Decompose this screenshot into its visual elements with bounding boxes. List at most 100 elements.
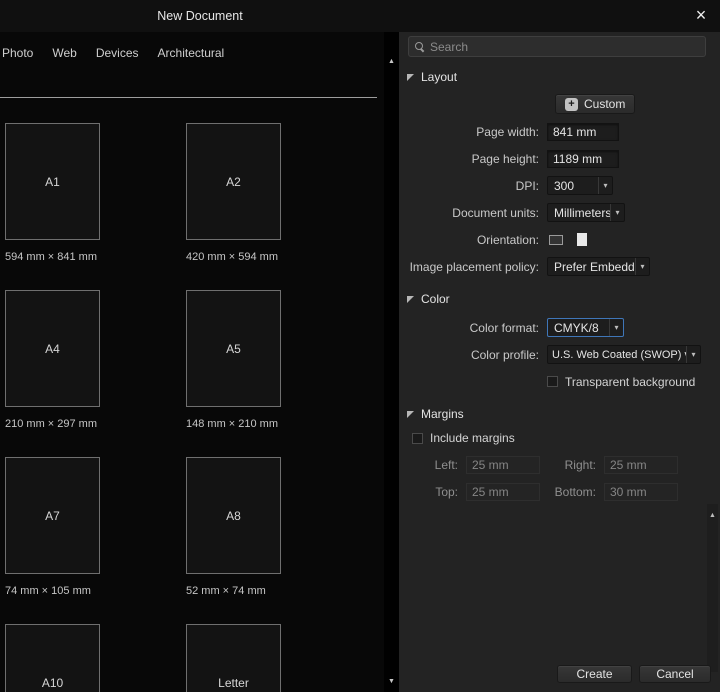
color-profile-value: U.S. Web Coated (SWOP) v2	[552, 348, 686, 361]
preset-card-a1[interactable]: A1	[5, 123, 100, 240]
transparent-background-checkbox[interactable]	[547, 376, 558, 387]
field-row: Orientation:	[399, 226, 720, 253]
preset-name: A4	[45, 341, 60, 356]
field-label: Color format:	[469, 320, 539, 335]
scroll-down-icon[interactable]: ▼	[388, 678, 395, 686]
preset-name: A7	[45, 508, 60, 523]
tab-devices[interactable]: Devices	[96, 46, 139, 60]
transparent-background-label: Transparent background	[565, 374, 696, 389]
chevron-down-icon: ▾	[610, 204, 624, 221]
preset-card-a2[interactable]: A2	[186, 123, 281, 240]
margin-left-input	[466, 455, 540, 474]
scroll-up-icon[interactable]: ▲	[388, 58, 395, 66]
tab-photo[interactable]: Photo	[2, 46, 33, 60]
landscape-page-icon	[549, 234, 563, 245]
margin-row: Top: Bottom:	[399, 478, 720, 505]
orientation-portrait-button[interactable]	[573, 231, 591, 248]
chevron-down-icon: ▾	[635, 258, 649, 275]
dpi-value: 300	[554, 178, 575, 193]
margin-right-input	[604, 455, 678, 474]
document-units-dropdown[interactable]: Millimeters ▾	[547, 203, 625, 222]
field-row: Transparent background	[399, 368, 720, 395]
custom-button[interactable]: + Custom	[555, 94, 636, 114]
margin-left-label: Left:	[434, 457, 458, 472]
preset-card-a7[interactable]: A7	[5, 457, 100, 574]
margin-top-label: Top:	[435, 484, 458, 499]
preset-card-a4[interactable]: A4	[5, 290, 100, 407]
preset-card-letter[interactable]: Letter	[186, 624, 281, 692]
margin-top-input	[466, 482, 540, 501]
image-placement-value: Prefer Embedded	[554, 259, 635, 274]
preset-dims: 420 mm × 594 mm	[186, 251, 279, 263]
field-row: Image placement policy: Prefer Embedded …	[399, 253, 720, 280]
search-input[interactable]	[430, 39, 699, 54]
section-header-margins[interactable]: Margins	[399, 405, 720, 423]
orientation-landscape-button[interactable]	[547, 231, 565, 248]
preset-panel-scrollbar[interactable]: ▲ ▼	[384, 32, 399, 692]
preset-card-a8[interactable]: A8	[186, 457, 281, 574]
field-label: Page height:	[471, 151, 539, 166]
field-row: Color profile: U.S. Web Coated (SWOP) v2…	[399, 341, 720, 368]
field-row: Page height:	[399, 145, 720, 172]
search-icon	[415, 42, 424, 51]
close-icon[interactable]: ×	[688, 4, 714, 28]
chevron-down-icon: ▾	[686, 346, 700, 363]
collapse-triangle-icon	[407, 73, 414, 81]
image-placement-dropdown[interactable]: Prefer Embedded ▾	[547, 257, 650, 276]
tab-web[interactable]: Web	[52, 46, 76, 60]
include-margins-label: Include margins	[430, 431, 515, 445]
dialog-title: New Document	[157, 9, 243, 23]
tab-separator	[0, 97, 377, 98]
color-format-dropdown[interactable]: CMYK/8 ▾	[547, 318, 624, 337]
include-margins-row: Include margins	[399, 425, 720, 451]
create-button[interactable]: Create	[557, 665, 632, 683]
preset-card-a10[interactable]: A10	[5, 624, 100, 692]
field-label: Document units:	[452, 205, 539, 220]
preset-name: A5	[226, 341, 241, 356]
margin-bottom-label: Bottom:	[554, 484, 596, 499]
margin-row: Left: Right:	[399, 451, 720, 478]
page-height-input[interactable]	[547, 149, 619, 168]
preset-dims: 210 mm × 297 mm	[5, 418, 98, 430]
preset-name: A10	[41, 675, 64, 690]
field-row: Color format: CMYK/8 ▾	[399, 314, 720, 341]
preset-item: Letter	[186, 624, 367, 692]
category-tabs: Photo Web Devices Architectural	[0, 32, 384, 60]
section-header-layout[interactable]: Layout	[399, 68, 720, 86]
settings-sections: Layout + Custom Page width: Page height:…	[399, 62, 720, 505]
field-row: Page width:	[399, 118, 720, 145]
preset-dims: 52 mm × 74 mm	[186, 585, 266, 597]
field-row: DPI: 300 ▾	[399, 172, 720, 199]
include-margins-checkbox[interactable]	[412, 432, 423, 444]
preset-dims: 594 mm × 841 mm	[5, 251, 98, 263]
preset-card-a5[interactable]: A5	[186, 290, 281, 407]
tab-architectural[interactable]: Architectural	[158, 46, 225, 60]
color-profile-dropdown[interactable]: U.S. Web Coated (SWOP) v2 ▾	[547, 345, 701, 364]
preset-item: A4 210 mm × 297 mm	[5, 290, 186, 457]
custom-button-label: Custom	[584, 97, 626, 111]
cancel-button[interactable]: Cancel	[639, 665, 711, 683]
page-width-input[interactable]	[547, 122, 619, 141]
collapse-triangle-icon	[407, 295, 414, 303]
chevron-down-icon: ▾	[609, 319, 623, 336]
search-box[interactable]	[408, 36, 706, 57]
orientation-toggle	[547, 231, 591, 248]
margin-right-label: Right:	[564, 457, 596, 472]
settings-scrollbar[interactable]: ▲	[707, 504, 718, 672]
section-header-color[interactable]: Color	[399, 290, 720, 308]
preset-item: A7 74 mm × 105 mm	[5, 457, 186, 624]
dialog-footer: Create Cancel	[557, 665, 711, 683]
field-label: DPI:	[515, 178, 539, 193]
preset-dims: 148 mm × 210 mm	[186, 418, 279, 430]
preset-panel: Photo Web Devices Architectural A1 594 m…	[0, 32, 384, 692]
titlebar: New Document ×	[0, 0, 720, 32]
preset-name: A8	[226, 508, 241, 523]
preset-item: A2 420 mm × 594 mm	[186, 123, 367, 290]
scroll-up-icon[interactable]: ▲	[709, 512, 716, 519]
preset-item: A5 148 mm × 210 mm	[186, 290, 367, 457]
preset-item: A1 594 mm × 841 mm	[5, 123, 186, 290]
preset-dims: 74 mm × 105 mm	[5, 585, 91, 597]
chevron-down-icon: ▾	[598, 177, 612, 194]
dpi-dropdown[interactable]: 300 ▾	[547, 176, 613, 195]
preset-name: A1	[45, 174, 60, 189]
